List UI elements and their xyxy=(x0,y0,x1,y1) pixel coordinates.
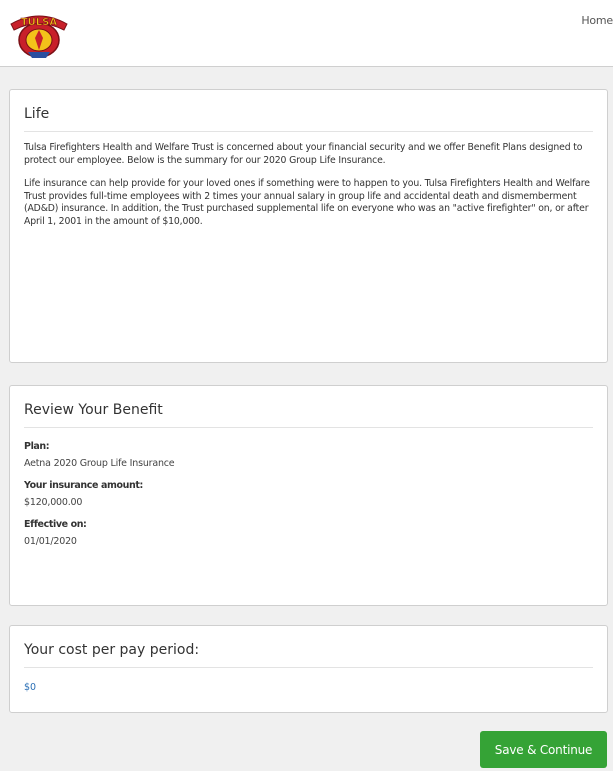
insurance-amount-value: $120,000.00 xyxy=(24,497,83,508)
life-panel-title: Life xyxy=(24,106,593,132)
life-intro-paragraph: Tulsa Firefighters Health and Welfare Tr… xyxy=(24,142,583,166)
cost-panel-body: $0 xyxy=(10,668,607,703)
effective-date-label: Effective on: xyxy=(24,519,87,530)
life-details-paragraph: Life insurance can help provide for your… xyxy=(24,178,590,227)
logo-lettering: TULSA xyxy=(21,17,58,28)
review-panel-title: Review Your Benefit xyxy=(24,402,593,428)
plan-label: Plan: xyxy=(24,441,50,452)
plan-value: Aetna 2020 Group Life Insurance xyxy=(24,458,175,469)
tulsa-firefighters-logo-icon[interactable]: TULSA xyxy=(8,6,70,62)
cost-per-pay-period-value: $0 xyxy=(24,682,37,693)
save-continue-button[interactable]: Save & Continue xyxy=(480,731,607,768)
top-navbar: TULSA Home xyxy=(0,0,613,67)
nav-home-link[interactable]: Home xyxy=(581,14,613,27)
cost-panel-title: Your cost per pay period: xyxy=(24,642,593,668)
cost-panel: Your cost per pay period: $0 xyxy=(9,625,608,713)
effective-date-value: 01/01/2020 xyxy=(24,536,77,547)
insurance-amount-label: Your insurance amount: xyxy=(24,480,143,491)
review-panel-body: Plan: Aetna 2020 Group Life Insurance Yo… xyxy=(10,428,607,557)
review-benefit-panel: Review Your Benefit Plan: Aetna 2020 Gro… xyxy=(9,385,608,606)
life-panel: Life Tulsa Firefighters Health and Welfa… xyxy=(9,89,608,363)
life-panel-body: Tulsa Firefighters Health and Welfare Tr… xyxy=(10,132,607,250)
